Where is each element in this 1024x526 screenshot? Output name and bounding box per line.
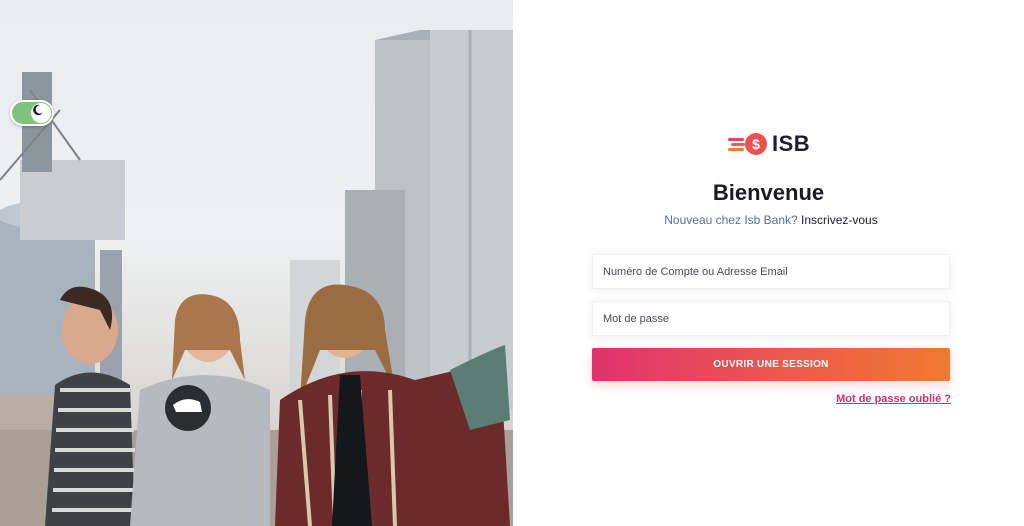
account-field (592, 254, 950, 289)
signup-prompt-text: Nouveau chez Isb Bank? (664, 213, 798, 227)
signup-link[interactable]: Inscrivez-vous (801, 213, 878, 227)
login-panel: $ ISB Bienvenue Nouveau chez Isb Bank? I… (513, 0, 1024, 526)
page-title: Bienvenue (712, 180, 825, 205)
moon-icon (33, 104, 43, 116)
theme-toggle[interactable] (10, 100, 54, 126)
password-field (592, 301, 950, 336)
login-button[interactable]: OUVRIR UNE SESSION (592, 348, 950, 381)
svg-text:$: $ (752, 136, 760, 152)
hero-illustration (0, 30, 513, 526)
forgot-password-link[interactable]: Mot de passe oublié ? (836, 393, 951, 405)
account-input[interactable] (603, 255, 949, 288)
coin-speed-icon: $ (728, 133, 767, 155)
hero-photo (0, 0, 513, 526)
brand-logo: $ ISB (728, 130, 810, 158)
password-input[interactable] (603, 302, 949, 335)
toggle-knob (31, 103, 51, 123)
brand-name: ISB (772, 131, 811, 156)
signup-prompt: Nouveau chez Isb Bank? Inscrivez-vous (513, 213, 1024, 227)
